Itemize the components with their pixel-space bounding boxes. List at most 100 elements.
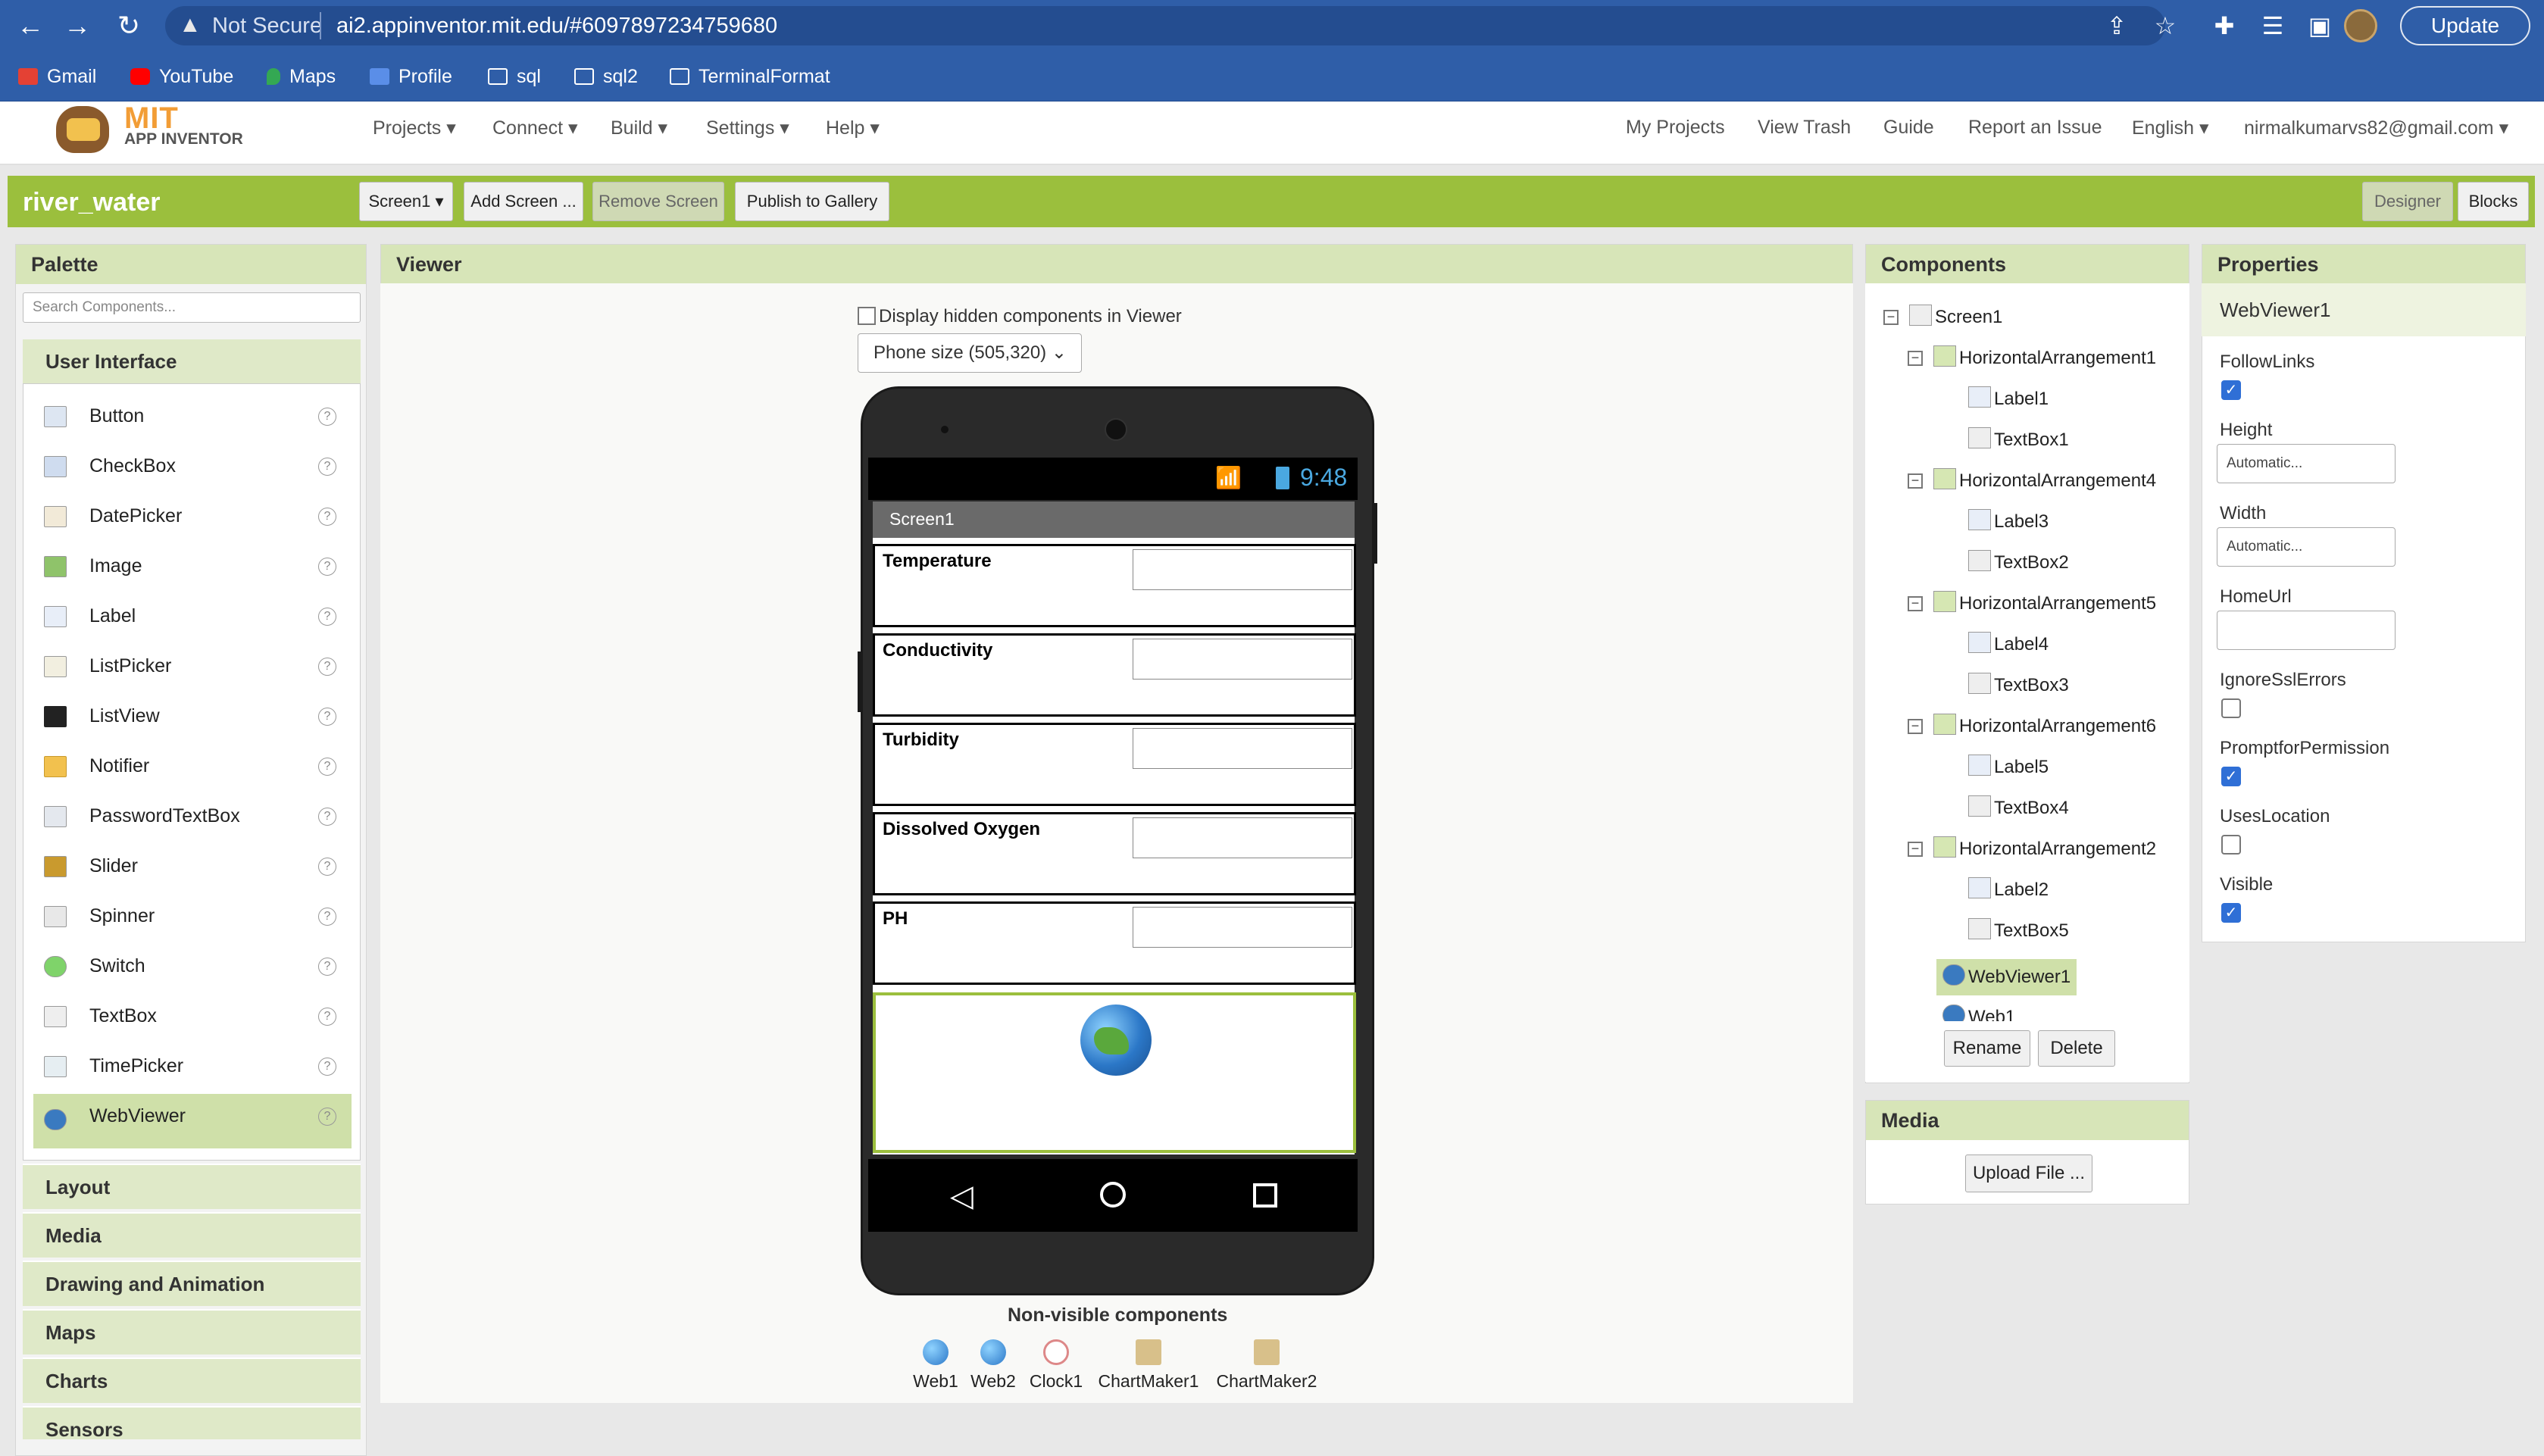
palette-category-charts[interactable]: Charts bbox=[23, 1358, 361, 1403]
row-textbox[interactable] bbox=[1133, 639, 1352, 680]
bookmark-sql2[interactable]: sql2 bbox=[574, 62, 638, 91]
bookmark-youtube[interactable]: YouTube bbox=[130, 62, 233, 91]
tree-node-textbox2[interactable]: TextBox2 bbox=[1968, 550, 2069, 580]
tree-node-label1[interactable]: Label1 bbox=[1968, 386, 2049, 417]
palette-item-passwordtextbox[interactable]: PasswordTextBox? bbox=[33, 794, 352, 839]
screen-select[interactable]: Screen1 ▾ bbox=[359, 182, 453, 221]
url-text[interactable]: ai2.appinventor.mit.edu/#609789723475968… bbox=[336, 14, 777, 39]
link-guide[interactable]: Guide bbox=[1883, 117, 1934, 139]
help-icon[interactable]: ? bbox=[318, 708, 336, 726]
palette-item-button[interactable]: Button? bbox=[33, 394, 352, 439]
nonvisible-web1[interactable]: Web1 bbox=[909, 1339, 962, 1392]
palette-item-label[interactable]: Label? bbox=[33, 594, 352, 639]
profile-avatar[interactable] bbox=[2344, 9, 2377, 42]
delete-button[interactable]: Delete bbox=[2038, 1030, 2115, 1067]
tree-node-harr2[interactable]: − HorizontalArrangement2 bbox=[1908, 836, 2156, 867]
queue-icon[interactable]: ☰ bbox=[2256, 9, 2289, 42]
palette-section-user-interface[interactable]: User Interface bbox=[23, 339, 361, 383]
upload-file-button[interactable]: Upload File ... bbox=[1965, 1154, 2092, 1192]
help-icon[interactable]: ? bbox=[318, 508, 336, 526]
phone-size-select[interactable]: Phone size (505,320) ⌄ bbox=[858, 333, 1082, 373]
palette-category-layout[interactable]: Layout bbox=[23, 1164, 361, 1209]
menu-help[interactable]: Help ▾ bbox=[826, 117, 880, 139]
palette-item-textbox[interactable]: TextBox? bbox=[33, 994, 352, 1039]
designer-button[interactable]: Designer bbox=[2362, 182, 2453, 221]
palette-item-listview[interactable]: ListView? bbox=[33, 694, 352, 739]
palette-category-maps[interactable]: Maps bbox=[23, 1309, 361, 1354]
address-bar[interactable]: ▲ Not Secure ai2.appinventor.mit.edu/#60… bbox=[165, 6, 2165, 45]
tree-node-label2[interactable]: Label2 bbox=[1968, 877, 2049, 908]
palette-item-notifier[interactable]: Notifier? bbox=[33, 744, 352, 789]
tree-node-harr1[interactable]: − HorizontalArrangement1 bbox=[1908, 345, 2156, 376]
bookmark-sql[interactable]: sql bbox=[488, 62, 541, 91]
help-icon[interactable]: ? bbox=[318, 608, 336, 626]
palette-item-slider[interactable]: Slider? bbox=[33, 844, 352, 889]
prop-promptpermission-checkbox[interactable]: ✓ bbox=[2221, 767, 2241, 786]
help-icon[interactable]: ? bbox=[318, 1008, 336, 1026]
extensions-icon[interactable]: ✚ bbox=[2208, 9, 2241, 42]
share-icon[interactable]: ⇪ bbox=[2100, 9, 2133, 42]
collapse-icon[interactable]: − bbox=[1908, 596, 1923, 611]
link-my-projects[interactable]: My Projects bbox=[1626, 117, 1725, 139]
menu-language[interactable]: English ▾ bbox=[2132, 117, 2209, 139]
help-icon[interactable]: ? bbox=[318, 658, 336, 676]
collapse-icon[interactable]: − bbox=[1908, 842, 1923, 857]
palette-item-datepicker[interactable]: DatePicker? bbox=[33, 494, 352, 539]
prop-visible-checkbox[interactable]: ✓ bbox=[2221, 903, 2241, 923]
help-icon[interactable]: ? bbox=[318, 458, 336, 476]
prop-height-input[interactable]: Automatic... bbox=[2217, 444, 2396, 483]
palette-item-webviewer[interactable]: WebViewer? bbox=[33, 1094, 352, 1148]
forward-icon[interactable]: → bbox=[61, 9, 94, 42]
tree-node-webviewer1[interactable]: WebViewer1 bbox=[1936, 959, 2077, 995]
collapse-icon[interactable]: − bbox=[1908, 351, 1923, 366]
menu-projects[interactable]: Projects ▾ bbox=[373, 117, 456, 139]
palette-item-image[interactable]: Image? bbox=[33, 544, 352, 589]
nonvisible-web2[interactable]: Web2 bbox=[967, 1339, 1020, 1392]
prop-width-input[interactable]: Automatic... bbox=[2217, 527, 2396, 567]
recents-nav-icon[interactable] bbox=[1253, 1183, 1277, 1208]
reload-icon[interactable]: ↻ bbox=[112, 9, 145, 42]
display-hidden-checkbox[interactable]: Display hidden components in Viewer bbox=[858, 306, 1182, 327]
collapse-icon[interactable]: − bbox=[1883, 310, 1899, 325]
menu-settings[interactable]: Settings ▾ bbox=[706, 117, 789, 139]
tree-node-harr4[interactable]: − HorizontalArrangement4 bbox=[1908, 468, 2156, 498]
checkbox-box[interactable] bbox=[858, 307, 876, 325]
add-screen-button[interactable]: Add Screen ... bbox=[464, 182, 583, 221]
bookmark-gmail[interactable]: Gmail bbox=[18, 62, 96, 91]
prop-followlinks-checkbox[interactable]: ✓ bbox=[2221, 380, 2241, 400]
tree-node-harr6[interactable]: − HorizontalArrangement6 bbox=[1908, 714, 2156, 744]
prop-useslocation-checkbox[interactable] bbox=[2221, 835, 2241, 855]
tree-node-textbox1[interactable]: TextBox1 bbox=[1968, 427, 2069, 458]
blocks-button[interactable]: Blocks bbox=[2458, 182, 2529, 221]
nonvisible-chartmaker1[interactable]: ChartMaker1 bbox=[1095, 1339, 1202, 1392]
arrangement-conductivity[interactable]: Conductivity bbox=[873, 633, 1356, 717]
nonvisible-clock1[interactable]: Clock1 bbox=[1024, 1339, 1088, 1392]
tree-node-harr5[interactable]: − HorizontalArrangement5 bbox=[1908, 591, 2156, 621]
tree-node-label4[interactable]: Label4 bbox=[1968, 632, 2049, 662]
prop-homeurl-input[interactable] bbox=[2217, 611, 2396, 650]
star-icon[interactable]: ☆ bbox=[2149, 9, 2182, 42]
collapse-icon[interactable]: − bbox=[1908, 719, 1923, 734]
arrangement-dissolved-oxygen[interactable]: Dissolved Oxygen bbox=[873, 812, 1356, 895]
palette-category-drawing[interactable]: Drawing and Animation bbox=[23, 1261, 361, 1306]
help-icon[interactable]: ? bbox=[318, 908, 336, 926]
row-textbox[interactable] bbox=[1133, 907, 1352, 948]
arrangement-turbidity[interactable]: Turbidity bbox=[873, 723, 1356, 806]
sidepanel-icon[interactable]: ▣ bbox=[2303, 9, 2336, 42]
tree-node-label3[interactable]: Label3 bbox=[1968, 509, 2049, 539]
menu-build[interactable]: Build ▾ bbox=[611, 117, 667, 139]
palette-item-timepicker[interactable]: TimePicker? bbox=[33, 1044, 352, 1089]
palette-item-checkbox[interactable]: CheckBox? bbox=[33, 444, 352, 489]
app-logo[interactable]: MIT APP INVENTOR bbox=[48, 102, 245, 162]
back-icon[interactable]: ← bbox=[14, 9, 47, 42]
tree-node-textbox4[interactable]: TextBox4 bbox=[1968, 795, 2069, 826]
menu-account[interactable]: nirmalkumarvs82@gmail.com ▾ bbox=[2244, 117, 2508, 139]
tree-node-web1[interactable]: Web1 bbox=[1942, 1005, 2015, 1021]
help-icon[interactable]: ? bbox=[318, 958, 336, 976]
palette-category-media[interactable]: Media bbox=[23, 1212, 361, 1258]
bookmark-maps[interactable]: Maps bbox=[267, 62, 336, 91]
publish-gallery-button[interactable]: Publish to Gallery bbox=[735, 182, 889, 221]
link-report-issue[interactable]: Report an Issue bbox=[1968, 117, 2102, 139]
row-textbox[interactable] bbox=[1133, 817, 1352, 858]
tree-node-label5[interactable]: Label5 bbox=[1968, 755, 2049, 785]
